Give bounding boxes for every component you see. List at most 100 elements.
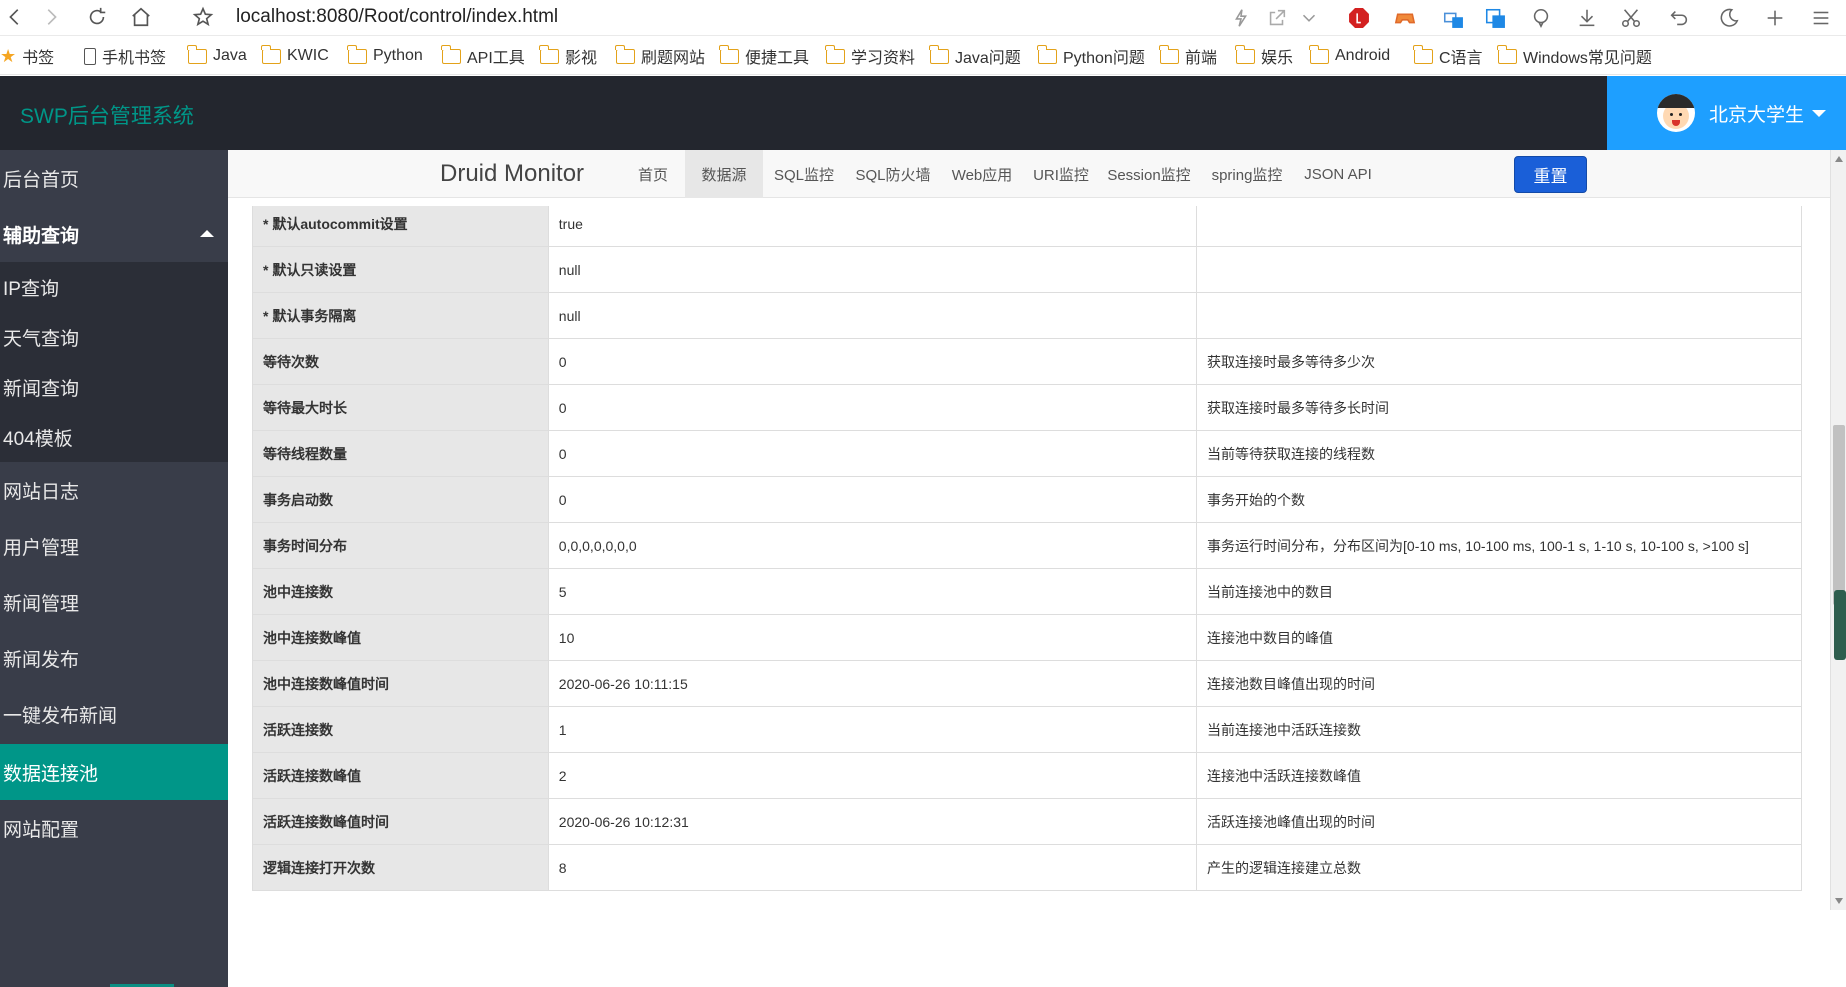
tab-json-api[interactable]: JSON API	[1295, 150, 1381, 198]
sidebar-item-news-management[interactable]: 新闻管理	[0, 574, 228, 630]
table-row: * 默认事务隔离 null	[252, 292, 1802, 339]
lightning-icon[interactable]	[1226, 3, 1256, 33]
sidebar-item-news-query[interactable]: 新闻查询	[0, 362, 228, 412]
druid-brand[interactable]: Druid Monitor	[440, 160, 584, 188]
bookmark-item[interactable]: ★ 书签	[0, 45, 54, 67]
folder-icon	[1037, 44, 1057, 64]
row-value-cell: 2	[547, 752, 1198, 799]
row-key-cell: * 默认autocommit设置	[252, 206, 549, 247]
row-desc-cell	[1196, 246, 1802, 293]
row-key-cell: * 默认只读设置	[252, 246, 549, 293]
row-value-cell: null	[547, 292, 1198, 339]
home-icon[interactable]	[126, 2, 156, 32]
folder-icon	[261, 44, 281, 64]
scissors-icon[interactable]	[1616, 3, 1646, 33]
phone-icon	[84, 47, 96, 65]
sidebar-item-home[interactable]: 后台首页	[0, 150, 228, 206]
new-tab-icon[interactable]	[1760, 3, 1790, 33]
bookmark-folder[interactable]: 影视	[539, 44, 597, 67]
sidebar-item-404-template[interactable]: 404模板	[0, 412, 228, 462]
sidebar-item-weather-query[interactable]: 天气查询	[0, 312, 228, 362]
app-logo[interactable]: SWP后台管理系统	[20, 100, 194, 130]
tab-uri-monitor[interactable]: URI监控	[1023, 150, 1099, 198]
row-value-cell: 0	[547, 476, 1198, 523]
folder-icon	[347, 44, 367, 64]
table-row: 等待最大时长 0 获取连接时最多等待多长时间	[252, 384, 1802, 431]
chat-icon[interactable]	[1526, 3, 1556, 33]
scroll-down-icon[interactable]	[1835, 898, 1843, 904]
folder-icon	[825, 44, 845, 64]
main-content: Druid Monitor 首页 数据源 SQL监控 SQL防火墙 Web应用 …	[228, 150, 1830, 987]
folder-icon	[187, 44, 207, 64]
table-row: 池中连接数 5 当前连接池中的数目	[252, 568, 1802, 615]
bookmark-folder[interactable]: Android	[1309, 44, 1390, 67]
sidebar-item-user-management[interactable]: 用户管理	[0, 518, 228, 574]
share-icon[interactable]	[1262, 3, 1292, 33]
row-desc-cell	[1196, 292, 1802, 339]
bookmark-folder[interactable]: KWIC	[261, 44, 329, 67]
sidebar-group-query[interactable]: 辅助查询	[0, 206, 228, 262]
folder-icon	[929, 44, 949, 64]
sidebar-item-news-publish[interactable]: 新闻发布	[0, 630, 228, 686]
sidebar-item-site-config[interactable]: 网站配置	[0, 800, 228, 856]
folder-icon	[1159, 44, 1179, 64]
chevron-down-icon[interactable]	[1294, 3, 1324, 33]
caret-down-icon	[1812, 109, 1827, 117]
star-icon: ★	[0, 46, 17, 66]
forward-icon[interactable]	[36, 2, 66, 32]
row-value-cell: 0	[547, 384, 1198, 431]
table-row: 等待线程数量 0 当前等待获取连接的线程数	[252, 430, 1802, 477]
scroll-thumb[interactable]	[1833, 425, 1845, 605]
row-key-cell: 逻辑连接打开次数	[252, 844, 549, 891]
bookmark-folder[interactable]: C语言	[1413, 44, 1483, 67]
folder-icon	[539, 44, 559, 64]
bookmark-folder[interactable]: 娱乐	[1235, 44, 1293, 67]
bookmark-folder[interactable]: Python问题	[1037, 44, 1145, 67]
tab-spring-monitor[interactable]: spring监控	[1199, 150, 1295, 198]
bookmark-star-icon[interactable]	[188, 2, 218, 32]
bookmark-folder[interactable]: Java	[187, 44, 247, 67]
tab-datasource[interactable]: 数据源	[685, 150, 763, 198]
adblock-icon[interactable]	[1344, 3, 1374, 33]
bookmark-folder[interactable]: Python	[347, 44, 423, 67]
row-value-cell: 5	[547, 568, 1198, 615]
tab-sql-monitor[interactable]: SQL监控	[763, 150, 845, 198]
tab-session-monitor[interactable]: Session监控	[1099, 150, 1199, 198]
row-key-cell: 事务时间分布	[252, 522, 549, 569]
row-desc-cell: 产生的逻辑连接建立总数	[1196, 844, 1802, 891]
tab-web-app[interactable]: Web应用	[941, 150, 1023, 198]
sidebar-item-site-log[interactable]: 网站日志	[0, 462, 228, 518]
back-icon[interactable]	[0, 2, 30, 32]
bookmark-item[interactable]: 手机书签	[84, 45, 166, 67]
sidebar-item-one-click-publish[interactable]: 一键发布新闻	[0, 686, 228, 742]
bookmark-folder[interactable]: 学习资料	[825, 44, 915, 67]
bookmark-folder[interactable]: 前端	[1159, 44, 1217, 67]
gamepad-icon[interactable]	[1390, 3, 1420, 33]
sidebar-item-ip-query[interactable]: IP查询	[0, 262, 228, 312]
night-mode-icon[interactable]	[1714, 3, 1744, 33]
table-row: 池中连接数峰值时间 2020-06-26 10:11:15 连接池数目峰值出现的时间	[252, 660, 1802, 707]
bookmark-folder[interactable]: Windows常见问题	[1497, 44, 1652, 67]
bookmark-folder[interactable]: 便捷工具	[719, 44, 809, 67]
sidebar-group-label: 辅助查询	[3, 225, 80, 247]
scroll-up-icon[interactable]	[1835, 156, 1843, 162]
bookmark-folder[interactable]: Java问题	[929, 44, 1021, 67]
user-menu[interactable]: 北京大学生	[1607, 76, 1846, 150]
table-row: 等待次数 0 获取连接时最多等待多少次	[252, 338, 1802, 385]
reload-icon[interactable]	[82, 2, 112, 32]
reset-button[interactable]: 重置	[1514, 156, 1587, 193]
table-row: 逻辑连接打开次数 8 产生的逻辑连接建立总数	[252, 844, 1802, 891]
sidebar-item-connection-pool[interactable]: 数据连接池	[0, 744, 228, 800]
bookmark-folder[interactable]: API工具	[441, 44, 525, 67]
menu-icon[interactable]	[1806, 3, 1836, 33]
download-icon[interactable]	[1572, 3, 1602, 33]
row-key-cell: 事务启动数	[252, 476, 549, 523]
undo-icon[interactable]	[1664, 3, 1694, 33]
page-scrollbar[interactable]	[1830, 150, 1846, 910]
address-bar[interactable]: localhost:8080/Root/control/index.html	[236, 6, 558, 28]
bookmark-folder[interactable]: 刷题网站	[615, 44, 705, 67]
extension-info-icon[interactable]	[1480, 3, 1510, 33]
tab-sql-firewall[interactable]: SQL防火墙	[845, 150, 941, 198]
extension-x-icon[interactable]	[1438, 3, 1468, 33]
tab-home[interactable]: 首页	[621, 150, 685, 198]
